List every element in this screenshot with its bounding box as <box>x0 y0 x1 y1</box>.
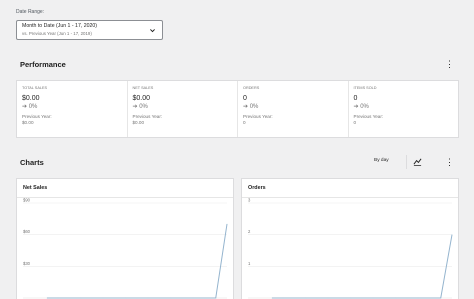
data-point <box>125 297 127 299</box>
performance-title: Performance <box>20 60 66 69</box>
y-tick-label: $90 <box>23 198 31 203</box>
data-point <box>417 297 419 299</box>
metric-label: NET SALES <box>132 86 154 90</box>
y-tick-label: 3 <box>248 198 251 203</box>
metric-value: $0.00 <box>22 95 40 102</box>
data-point <box>170 297 172 299</box>
performance-panel: TOTAL SALES $0.00 ➔ 0% Previous Year: $0… <box>16 80 459 138</box>
data-point <box>440 297 442 299</box>
data-point <box>339 297 340 299</box>
metric-label: ORDERS <box>243 86 260 90</box>
data-point <box>271 297 273 299</box>
y-tick-label: $30 <box>23 261 31 266</box>
data-point <box>159 297 160 299</box>
data-point <box>102 297 104 299</box>
data-point <box>327 297 329 299</box>
performance-cell-net-sales[interactable]: NET SALES $0.00 ➔ 0% Previous Year: $0.0… <box>128 81 238 137</box>
data-point <box>57 297 59 299</box>
data-point <box>80 297 82 299</box>
previous-year-label: Previous Year: <box>353 114 384 119</box>
previous-year-label: Previous Year: <box>132 114 163 119</box>
data-point <box>350 297 352 299</box>
metric-value: $0.00 <box>132 95 151 102</box>
date-range-value: Month to Date (Jun 1 - 17, 2020) <box>22 23 97 29</box>
arrow-right-icon: ➔ <box>132 104 138 110</box>
data-point <box>451 234 453 235</box>
metric-label: TOTAL SALES <box>22 86 48 90</box>
data-point <box>429 297 430 299</box>
data-point <box>204 297 205 299</box>
arrow-right-icon: ➔ <box>243 104 249 110</box>
data-point <box>69 297 70 299</box>
previous-year-value: 0 <box>243 120 246 125</box>
arrow-right-icon: ➔ <box>22 104 28 110</box>
performance-cell-items-sold[interactable]: ITEMS SOLD 0 ➔ 0% Previous Year: 0 <box>349 81 459 137</box>
y-tick-label: 2 <box>248 229 251 234</box>
chart-title: Net Sales <box>23 185 48 191</box>
data-point <box>384 297 385 299</box>
data-point <box>215 297 217 299</box>
previous-year-value: $0.00 <box>22 120 34 125</box>
metric-delta: ➔ 0% <box>243 104 259 110</box>
net-sales-chart: $90 $60 $30 <box>23 198 228 299</box>
series-line <box>47 224 228 299</box>
performance-more-icon[interactable]: ⋮ <box>445 60 454 69</box>
charts-title: Charts <box>20 158 44 167</box>
metric-value: 0 <box>353 95 358 102</box>
data-point <box>294 297 295 299</box>
data-point <box>305 297 307 299</box>
data-point <box>226 223 228 225</box>
orders-chart: 3 2 1 <box>248 198 453 299</box>
data-point <box>282 297 284 299</box>
data-point <box>316 297 318 299</box>
data-point <box>406 297 408 299</box>
interval-select[interactable]: By day <box>374 158 389 163</box>
performance-cell-orders[interactable]: ORDERS 0 ➔ 0% Previous Year: 0 <box>238 81 349 137</box>
date-range-label: Date Range: <box>16 9 45 15</box>
charts-more-icon[interactable]: ⋮ <box>445 158 454 167</box>
toolbar-divider <box>406 155 407 169</box>
data-point <box>114 297 115 299</box>
metric-label: ITEMS SOLD <box>353 86 377 90</box>
y-tick-label: 1 <box>248 261 251 266</box>
metric-value: 0 <box>243 95 247 102</box>
previous-year-label: Previous Year: <box>243 114 273 119</box>
data-point <box>372 297 374 299</box>
data-point <box>46 297 48 299</box>
data-point <box>91 297 93 299</box>
metric-delta: ➔ 0% <box>132 104 148 110</box>
previous-year-value: 0 <box>353 120 357 125</box>
previous-year-value: $0.00 <box>132 120 145 125</box>
performance-cell-total-sales[interactable]: TOTAL SALES $0.00 ➔ 0% Previous Year: $0… <box>17 81 128 137</box>
arrow-right-icon: ➔ <box>353 104 359 110</box>
date-range-select[interactable]: Month to Date (Jun 1 - 17, 2020) vs. Pre… <box>16 20 163 40</box>
date-range-comparison: vs. Previous Year (Jun 1 - 17, 2019) <box>22 31 92 36</box>
metric-delta: ➔ 0% <box>353 104 369 110</box>
data-point <box>192 297 194 299</box>
chevron-down-icon <box>150 29 155 33</box>
data-point <box>181 297 183 299</box>
metric-delta: ➔ 0% <box>22 104 38 110</box>
data-point <box>395 297 397 299</box>
data-point <box>147 297 149 299</box>
data-point <box>361 297 363 299</box>
line-chart-icon[interactable] <box>413 157 422 166</box>
orders-chart-card: Orders 3 2 1 <box>241 178 459 299</box>
data-point <box>136 297 138 299</box>
chart-title: Orders <box>248 185 266 191</box>
previous-year-label: Previous Year: <box>22 114 52 119</box>
y-tick-label: $60 <box>23 229 31 234</box>
net-sales-chart-card: Net Sales $90 $60 $30 <box>16 178 234 299</box>
